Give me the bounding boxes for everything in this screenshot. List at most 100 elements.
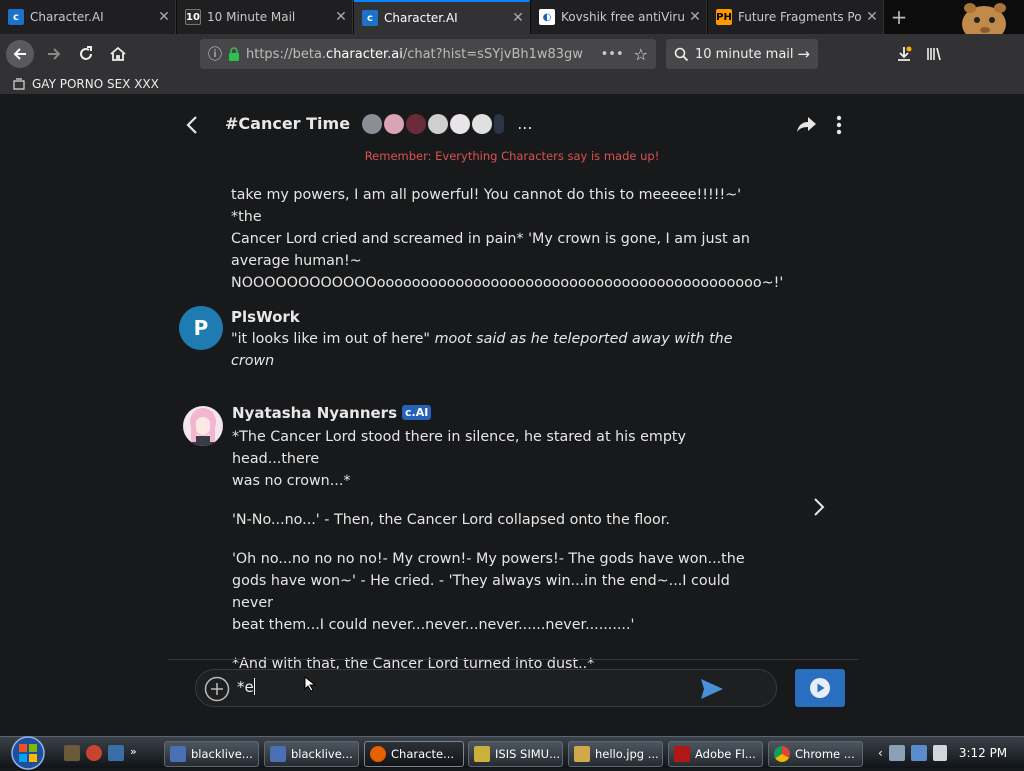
message-line: take my powers, I am all powerful! You c… [231, 187, 742, 225]
search-bar[interactable]: 10 minute mail → [666, 39, 818, 69]
clock[interactable]: 3:12 PM [959, 746, 1007, 760]
taskbar-button[interactable]: Adobe Fl... [668, 741, 763, 767]
downloads-button[interactable] [890, 40, 918, 68]
character-ai-icon: c [8, 9, 24, 25]
taskbar-button-active[interactable]: Characte... [364, 741, 464, 767]
reload-button[interactable] [72, 40, 100, 68]
tray-chevron-icon[interactable]: ‹ [878, 746, 883, 760]
message-input-value: *e [237, 678, 254, 696]
url-domain: character.ai [326, 46, 403, 62]
url-prefix: https://beta. [246, 46, 327, 62]
message-text: "it looks like im out of here" moot said… [231, 328, 771, 372]
bookmarks-bar: GAY PORNO SEX XXX [0, 74, 1024, 94]
plus-circle-icon[interactable] [204, 676, 230, 702]
library-button[interactable] [920, 40, 948, 68]
quick-launch-icon[interactable] [108, 745, 124, 761]
url-text: https://beta.character.ai/chat?hist=sSYj… [246, 47, 591, 62]
search-go-icon[interactable]: → [797, 45, 810, 63]
message-line: was no crown...* [232, 473, 351, 489]
browser-tab[interactable]: ◐ Kovshik free antiVirus ✕ [531, 0, 707, 34]
star-icon[interactable]: ☆ [634, 45, 648, 64]
message-line: *The Cancer Lord stood there in silence,… [232, 429, 686, 467]
taskbar-button[interactable]: blacklive... [164, 741, 259, 767]
ph-icon: PH [716, 9, 732, 25]
participant-avatar [449, 114, 470, 134]
taskbar-button[interactable]: Chrome ... [768, 741, 863, 767]
chevron-right-icon[interactable] [813, 497, 825, 517]
chevron-left-icon[interactable] [184, 115, 200, 135]
document-icon [170, 746, 186, 762]
home-button[interactable] [104, 40, 132, 68]
close-icon[interactable]: ✕ [153, 9, 175, 25]
taskbar-label: blacklive... [291, 747, 353, 761]
tab-label: Kovshik free antiVirus [561, 10, 684, 24]
overflow-chevron-icon[interactable]: » [130, 745, 137, 761]
tray-app-icon[interactable] [888, 744, 905, 761]
share-icon[interactable] [796, 115, 818, 133]
close-icon[interactable]: ✕ [507, 10, 529, 26]
kebab-menu-icon[interactable] [836, 115, 842, 135]
taskbar-button[interactable]: ISIS SIMU... [468, 741, 563, 767]
message-input-box[interactable]: *e [195, 669, 777, 707]
close-icon[interactable]: ✕ [684, 9, 706, 25]
browser-tab[interactable]: 10 10 Minute Mail ✕ [177, 0, 353, 34]
tab-label: Character.AI [384, 11, 458, 25]
message-author[interactable]: PlsWork [231, 308, 300, 326]
message-author[interactable]: Nyatasha Nyanners c.AI [232, 404, 432, 422]
participant-avatar [471, 114, 492, 134]
close-icon[interactable]: ✕ [861, 9, 883, 25]
volume-icon[interactable] [932, 744, 947, 761]
browser-tab-strip: c Character.AI ✕ 10 10 Minute Mail ✕ c C… [0, 0, 1024, 102]
author-name: Nyatasha Nyanners [232, 404, 398, 422]
search-icon [674, 47, 689, 61]
character-avatar-icon[interactable] [181, 404, 225, 448]
back-button[interactable] [6, 40, 34, 68]
cai-badge: c.AI [402, 405, 432, 420]
windows-start-icon[interactable] [6, 735, 50, 771]
taskbar-label: blacklive... [191, 747, 253, 761]
new-tab-button[interactable]: + [884, 0, 914, 34]
flash-icon [674, 746, 690, 762]
participant-avatar [383, 114, 404, 134]
avatar[interactable]: P [179, 306, 223, 350]
message-line: average human!~ [231, 253, 362, 269]
forward-button[interactable] [40, 40, 68, 68]
kovshik-icon: ◐ [539, 9, 555, 25]
avatar-letter: P [193, 316, 209, 340]
mouse-cursor-icon [304, 676, 317, 692]
disclaimer-text: Remember: Everything Characters say is m… [364, 149, 660, 163]
download-icon [898, 46, 912, 61]
system-tray: ‹ 3:12 PM [872, 737, 1024, 768]
browser-tab[interactable]: c Character.AI ✕ [0, 0, 176, 34]
page-actions-icon[interactable]: ••• [601, 47, 624, 62]
tab-label: 10 Minute Mail [207, 10, 296, 24]
bookmark-item[interactable]: GAY PORNO SEX XXX [12, 77, 159, 91]
close-icon[interactable]: ✕ [330, 9, 352, 25]
taskbar-label: Characte... [391, 747, 455, 761]
participant-avatar [405, 114, 426, 134]
generate-button[interactable] [795, 669, 845, 707]
taskbar-button[interactable]: hello.jpg ... [568, 741, 663, 767]
image-icon [574, 746, 590, 762]
search-input[interactable]: 10 minute mail [695, 47, 797, 62]
browser-tab[interactable]: PH Future Fragments Po ✕ [708, 0, 884, 34]
chat-message: take my powers, I am all powerful! You c… [231, 184, 784, 294]
library-icon [927, 47, 941, 61]
address-bar[interactable]: ⓘ https://beta.character.ai/chat?hist=sS… [200, 39, 656, 69]
message-line: NOOOOOOOOOOOOooooooooooooooooooooooooooo… [231, 275, 784, 291]
quick-launch-icon[interactable] [64, 745, 80, 761]
taskbar-label: hello.jpg ... [595, 747, 659, 761]
browser-tab-active[interactable]: c Character.AI ✕ [354, 0, 530, 34]
quick-launch: » [64, 745, 137, 761]
quick-launch-icon[interactable] [86, 745, 102, 761]
taskbar-button[interactable]: blacklive... [264, 741, 359, 767]
network-icon[interactable] [910, 744, 927, 761]
send-icon[interactable] [700, 678, 724, 700]
info-icon[interactable]: ⓘ [208, 44, 222, 64]
taskbar-label: ISIS SIMU... [495, 747, 561, 761]
taskbar-label: Chrome ... [795, 747, 855, 761]
arrow-right-icon [48, 48, 61, 60]
message-input[interactable]: *e [237, 678, 255, 696]
ten-minute-mail-icon: 10 [185, 9, 201, 25]
character-ai-chat-page: #Cancer Time ... Remember: Everything Ch… [0, 94, 1024, 736]
